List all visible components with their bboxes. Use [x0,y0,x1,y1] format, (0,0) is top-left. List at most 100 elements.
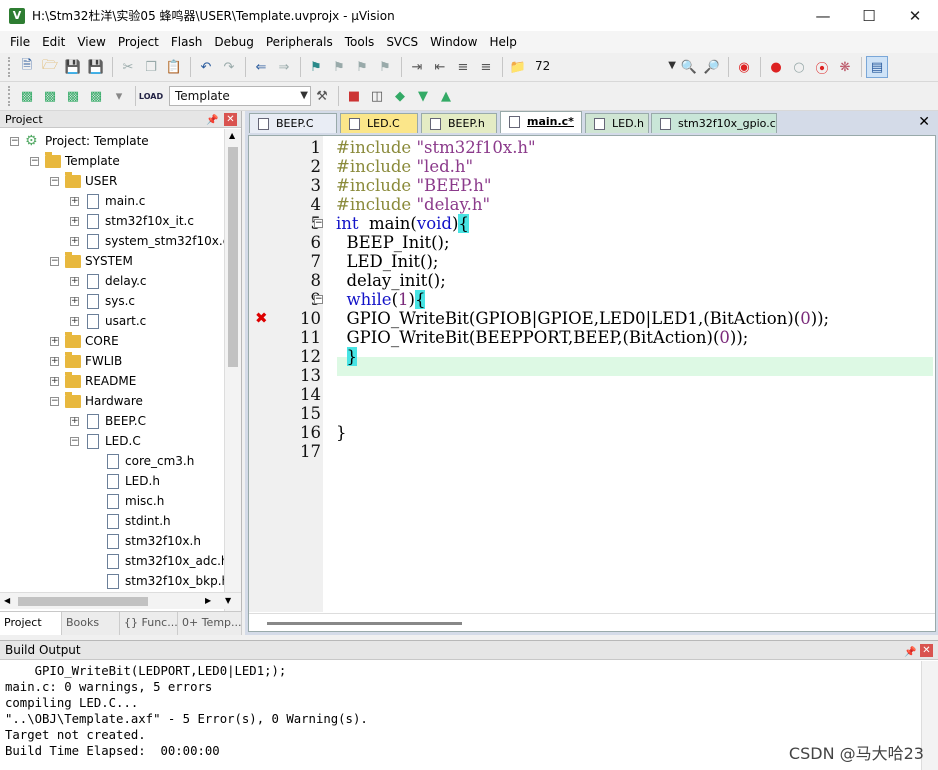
code-line[interactable]: GPIO_WriteBit(GPIOB|GPIOE,LED0|LED1,(Bit… [336,309,829,328]
tree-item[interactable]: +system_stm32f10x.c [70,231,229,251]
menu-debug[interactable]: Debug [208,31,259,53]
fold-icon[interactable]: − [314,295,323,304]
scroll-up-icon[interactable]: ▲ [229,131,235,140]
collapse-icon[interactable]: − [50,257,59,266]
tree-item[interactable]: +FWLIB [50,351,122,371]
tree-item[interactable]: −Template [30,151,120,171]
fold-icon[interactable]: − [314,219,323,228]
expand-icon[interactable]: + [70,277,79,286]
pack-installer-icon[interactable]: ▼ [412,85,434,107]
tab-functions[interactable]: {} Func... [120,612,178,635]
enable-breakpoint-icon[interactable]: ○ [788,56,810,78]
tree-item[interactable]: core_cm3.h [90,451,194,471]
save-icon[interactable]: 💾 [62,56,84,78]
build-icon[interactable]: ▩ [39,85,61,107]
menu-peripherals[interactable]: Peripherals [260,31,339,53]
select-software-packs-icon[interactable]: ◆ [389,85,411,107]
tree-item[interactable]: stm32f10x.h [90,531,201,551]
code-line[interactable]: #include "delay.h" [336,195,490,214]
close-window-button[interactable]: ✕ [892,0,938,31]
copy-icon[interactable]: ❐ [140,56,162,78]
code-line[interactable]: } [336,423,347,442]
expand-icon[interactable]: + [50,357,59,366]
expand-icon[interactable]: + [70,197,79,206]
file-tab[interactable]: stm32f10x_gpio.c [651,113,777,133]
incremental-find-icon[interactable]: 🔎 [701,56,723,78]
expand-icon[interactable]: + [50,377,59,386]
bookmark-icon[interactable]: ⚑ [305,56,327,78]
project-vertical-scrollbar[interactable]: ▲ [224,129,241,613]
redo-icon[interactable]: ↷ [218,56,240,78]
indent-icon[interactable]: ⇥ [406,56,428,78]
pin-icon[interactable]: 📌 [904,643,916,662]
close-panel-icon[interactable]: ✕ [224,113,237,126]
navigate-back-icon[interactable]: ⇐ [250,56,272,78]
expand-icon[interactable]: + [70,237,79,246]
tree-item[interactable]: stm32f10x_adc.h [90,551,229,571]
file-tab[interactable]: LED.h [585,113,649,133]
download-icon[interactable]: LOAD [140,85,162,107]
code-line[interactable]: } [336,347,357,366]
toolbar-grip[interactable] [8,86,12,106]
code-line[interactable]: #include "led.h" [336,157,473,176]
code-line[interactable]: #include "BEEP.h" [336,176,491,195]
code-line[interactable]: GPIO_WriteBit(BEEPPORT,BEEP,(BitAction)(… [336,328,748,347]
scroll-left-icon[interactable]: ◀ [4,596,10,605]
code-line[interactable]: LED_Init(); [336,252,438,271]
menu-view[interactable]: View [71,31,111,53]
stop-build-icon[interactable]: ▾ [108,85,130,107]
collapse-icon[interactable]: − [50,177,59,186]
editor-horizontal-scrollbar[interactable] [249,613,935,631]
code-line[interactable]: BEEP_Init(); [336,233,450,252]
tree-item[interactable]: −USER [50,171,117,191]
target-select[interactable]: Template ▼ [169,86,311,106]
expand-icon[interactable]: + [70,417,79,426]
collapse-icon[interactable]: − [30,157,39,166]
pin-icon[interactable]: 📌 [206,112,218,129]
project-horizontal-scrollbar[interactable]: ◀ ▶ ▼ [0,592,241,609]
tree-item[interactable]: +BEEP.C [70,411,146,431]
collapse-icon[interactable]: − [50,397,59,406]
tree-item[interactable]: stm32f10x_bkp.h [90,571,229,590]
tree-item[interactable]: +CORE [50,331,119,351]
menu-help[interactable]: Help [483,31,522,53]
target-options-icon[interactable]: ⚒ [311,85,333,107]
maximize-button[interactable]: ☐ [846,0,892,31]
tree-item[interactable]: +stm32f10x_it.c [70,211,194,231]
window-layout-icon[interactable]: ▤ [866,56,888,78]
file-tab[interactable]: main.c* [500,111,582,133]
scroll-thumb[interactable] [18,597,148,606]
code-editor[interactable]: 1234567891011121314151617✖−− #include "s… [248,135,936,632]
manage-components-icon[interactable]: ■ [343,85,365,107]
clear-bookmarks-icon[interactable]: ⚑ [374,56,396,78]
close-panel-icon[interactable]: ✕ [920,644,933,657]
new-file-icon[interactable]: 🗎 [16,56,38,78]
menu-file[interactable]: File [4,31,36,53]
expand-icon[interactable]: + [70,317,79,326]
tree-item[interactable]: −Hardware [50,391,143,411]
collapse-icon[interactable]: − [70,437,79,446]
menu-edit[interactable]: Edit [36,31,71,53]
navigate-forward-icon[interactable]: ⇒ [273,56,295,78]
unindent-icon[interactable]: ⇤ [429,56,451,78]
menu-flash[interactable]: Flash [165,31,208,53]
insert-breakpoint-icon[interactable]: ● [765,56,787,78]
toolbar-grip[interactable] [8,57,12,77]
cut-icon[interactable]: ✂ [117,56,139,78]
rebuild-icon[interactable]: ▩ [62,85,84,107]
tree-item[interactable]: stdint.h [90,511,171,531]
find-in-files-icon[interactable]: 📁 [507,56,529,78]
rte-icon[interactable]: ▲ [435,85,457,107]
scroll-right-icon[interactable]: ▶ [205,596,211,605]
manage-project-items-icon[interactable]: ◫ [366,85,388,107]
tab-templates[interactable]: 0+ Temp... [178,612,242,635]
tree-item[interactable]: +README [50,371,136,391]
file-tab[interactable]: LED.C [340,113,418,133]
uncomment-icon[interactable]: ≡ [475,56,497,78]
menu-project[interactable]: Project [112,31,165,53]
line-number-gutter[interactable]: 1234567891011121314151617✖−− [249,136,323,612]
disable-breakpoints-icon[interactable]: ⦿ [811,56,833,78]
debug-session-icon[interactable]: ◉ [733,56,755,78]
file-tab[interactable]: BEEP.h [421,113,497,133]
tab-books[interactable]: Books [62,612,120,635]
